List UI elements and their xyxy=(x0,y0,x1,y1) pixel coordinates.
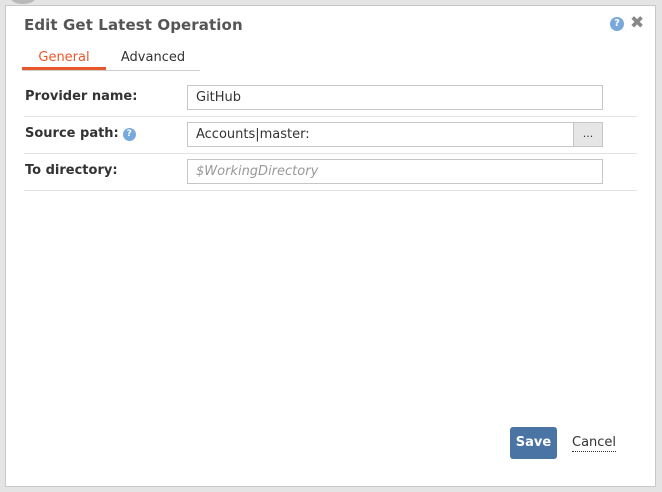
to-directory-label: To directory: xyxy=(25,163,118,178)
browse-button[interactable]: ... xyxy=(573,122,603,147)
source-path-help-icon[interactable]: ? xyxy=(122,128,136,141)
active-tab-indicator xyxy=(22,67,106,70)
provider-name-row: Provider name: xyxy=(24,79,637,117)
close-icon[interactable]: ✖ xyxy=(630,14,644,32)
to-directory-row: To directory: xyxy=(24,153,637,191)
provider-name-input[interactable] xyxy=(187,85,603,110)
tab-bar: General Advanced xyxy=(22,46,200,71)
dialog-title: Edit Get Latest Operation xyxy=(24,16,243,34)
source-path-input[interactable] xyxy=(187,122,574,147)
to-directory-input[interactable] xyxy=(187,159,603,184)
source-path-label: Source path: xyxy=(25,126,119,141)
source-path-row: Source path:? ... xyxy=(24,116,637,154)
background-avatar xyxy=(10,0,36,4)
provider-name-label: Provider name: xyxy=(25,89,138,104)
cancel-link[interactable]: Cancel xyxy=(572,435,617,452)
tab-advanced[interactable]: Advanced xyxy=(106,50,200,65)
save-button[interactable]: Save xyxy=(510,427,557,459)
edit-operation-dialog: Edit Get Latest Operation ? ✖ General Ad… xyxy=(5,5,656,487)
help-icon[interactable]: ? xyxy=(610,17,624,31)
source-path-label-group: Source path:? xyxy=(25,126,136,141)
